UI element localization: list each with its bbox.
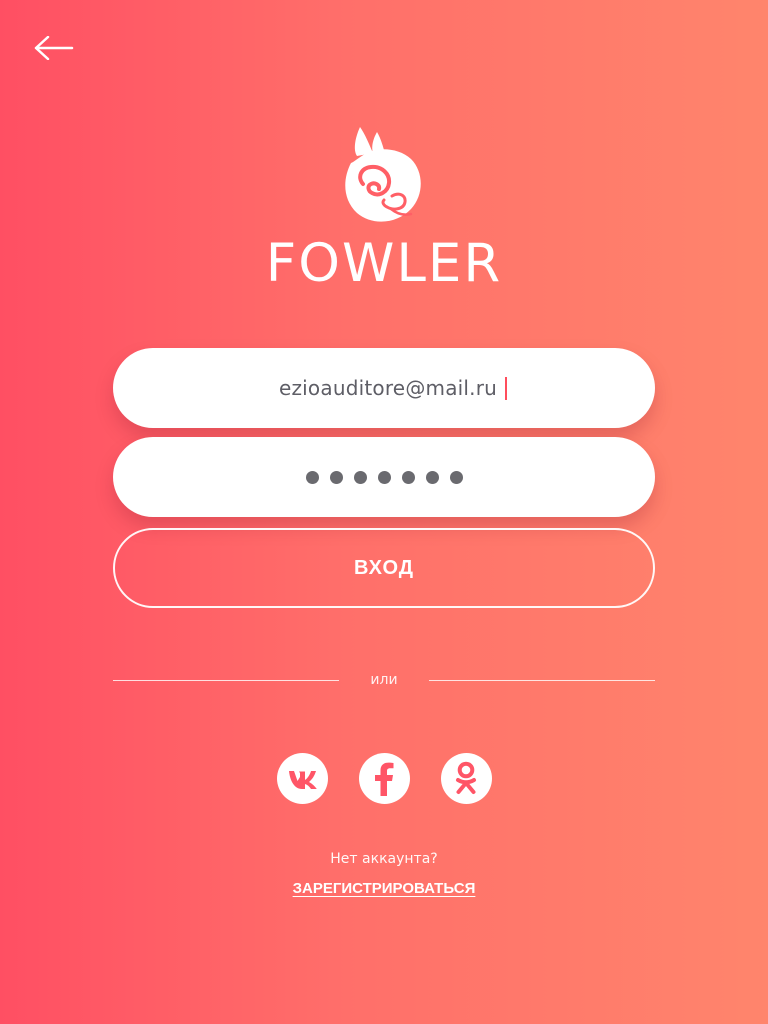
arrow-left-icon bbox=[34, 36, 74, 60]
password-dot bbox=[377, 470, 391, 484]
password-dot bbox=[449, 470, 463, 484]
facebook-icon bbox=[375, 762, 394, 796]
vk-login-button[interactable] bbox=[276, 753, 328, 804]
or-divider: или bbox=[113, 670, 655, 690]
app-logo: FOWLER bbox=[0, 120, 768, 294]
no-account-text: Нет аккаунта? bbox=[330, 851, 438, 867]
app-name: FOWLER bbox=[265, 233, 503, 294]
password-dot bbox=[353, 470, 367, 484]
back-button[interactable] bbox=[28, 28, 80, 68]
facebook-login-button[interactable] bbox=[358, 753, 410, 804]
password-dot bbox=[305, 470, 319, 484]
vk-icon bbox=[288, 770, 317, 789]
password-dot bbox=[401, 470, 415, 484]
email-field[interactable]: ezioauditore@mail.ru bbox=[113, 348, 655, 428]
login-button[interactable]: ВХОД bbox=[113, 528, 655, 608]
odnoklassniki-icon bbox=[456, 761, 476, 794]
social-login-buttons bbox=[0, 753, 768, 804]
password-field[interactable]: ●●●●●●● bbox=[113, 437, 655, 517]
text-caret bbox=[505, 376, 508, 400]
password-dot bbox=[425, 470, 439, 484]
register-link[interactable]: ЗАРЕГИСТРИРОВАТЬСЯ bbox=[0, 879, 768, 899]
fox-logo-icon bbox=[345, 127, 421, 222]
password-dot bbox=[329, 470, 343, 484]
divider-line-right bbox=[429, 680, 655, 681]
odnoklassniki-login-button[interactable] bbox=[440, 753, 492, 804]
password-mask bbox=[305, 470, 463, 484]
email-value: ezioauditore@mail.ru bbox=[278, 376, 498, 400]
